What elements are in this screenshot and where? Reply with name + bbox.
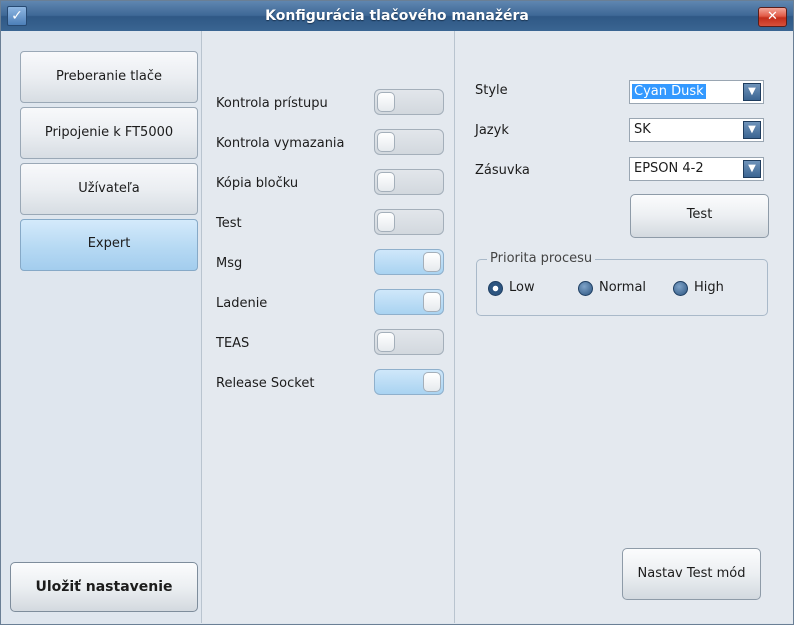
nav-item-expert[interactable]: Expert <box>20 219 198 271</box>
radio-label: Normal <box>599 280 647 295</box>
language-value: SK <box>634 122 651 137</box>
toggle-row-msg: Msg <box>216 249 451 275</box>
chevron-down-icon[interactable]: ▼ <box>743 121 761 139</box>
toggle-row-delete-control: Kontrola vymazania <box>216 129 451 155</box>
toggle-label: Msg <box>216 256 243 271</box>
print-manager-config-window: ✓ Konfigurácia tlačového manažéra ✕ Preb… <box>0 0 794 625</box>
toggle-row-debug: Ladenie <box>216 289 451 315</box>
toggle-label: Test <box>216 216 242 231</box>
chevron-down-icon[interactable]: ▼ <box>743 83 761 101</box>
save-settings-button[interactable]: Uložiť nastavenie <box>10 562 198 612</box>
nav-item-uzivatela[interactable]: Užívateľa <box>20 163 198 215</box>
delete-control-toggle[interactable] <box>374 129 444 155</box>
debug-toggle[interactable] <box>374 289 444 315</box>
toggle-label: Kópia bločku <box>216 176 299 191</box>
settings-panel: Style Cyan Dusk ▼ Jazyk SK ▼ Zásuvka EPS… <box>455 31 793 623</box>
toggle-knob <box>377 132 395 152</box>
toggle-row-access-control: Kontrola prístupu <box>216 89 451 115</box>
access-control-toggle[interactable] <box>374 89 444 115</box>
window-title: Konfigurácia tlačového manažéra <box>265 8 529 24</box>
toggle-label: Ladenie <box>216 296 268 311</box>
toggle-knob <box>423 252 441 272</box>
process-priority-title: Priorita procesu <box>487 251 596 266</box>
toggle-knob <box>377 172 395 192</box>
title-bar[interactable]: ✓ Konfigurácia tlačového manažéra ✕ <box>1 1 793 31</box>
style-label: Style <box>475 83 508 98</box>
toggle-knob <box>377 212 395 232</box>
nav-item-preberanie-tlace[interactable]: Preberanie tlače <box>20 51 198 103</box>
radio-icon <box>673 281 688 296</box>
toggle-label: Kontrola vymazania <box>216 136 345 151</box>
toggle-label: Release Socket <box>216 376 315 391</box>
radio-icon <box>578 281 593 296</box>
radio-label: High <box>694 280 724 295</box>
socket-label: Zásuvka <box>475 163 530 178</box>
msg-toggle[interactable] <box>374 249 444 275</box>
teas-toggle[interactable] <box>374 329 444 355</box>
socket-select[interactable]: EPSON 4-2 ▼ <box>629 157 764 181</box>
toggle-knob <box>423 292 441 312</box>
socket-value: EPSON 4-2 <box>634 161 704 176</box>
nav-panel: Preberanie tlače Pripojenie k FT5000 Uží… <box>1 31 202 623</box>
style-select[interactable]: Cyan Dusk ▼ <box>629 80 764 104</box>
nav-item-pripojenie-ft5000[interactable]: Pripojenie k FT5000 <box>20 107 198 159</box>
language-select[interactable]: SK ▼ <box>629 118 764 142</box>
toggle-row-test: Test <box>216 209 451 235</box>
toggle-knob <box>423 372 441 392</box>
set-test-mode-button[interactable]: Nastav Test mód <box>622 548 761 600</box>
style-value: Cyan Dusk <box>632 84 706 99</box>
radio-icon <box>488 281 503 296</box>
release-socket-toggle[interactable] <box>374 369 444 395</box>
test-toggle[interactable] <box>374 209 444 235</box>
toggle-knob <box>377 332 395 352</box>
process-priority-group: Priorita procesu Low Normal High <box>476 251 768 316</box>
receipt-copy-toggle[interactable] <box>374 169 444 195</box>
toggle-row-receipt-copy: Kópia bločku <box>216 169 451 195</box>
toggle-label: Kontrola prístupu <box>216 96 328 111</box>
radio-label: Low <box>509 280 535 295</box>
chevron-down-icon[interactable]: ▼ <box>743 160 761 178</box>
toggle-row-teas: TEAS <box>216 329 451 355</box>
toggle-knob <box>377 92 395 112</box>
close-button[interactable]: ✕ <box>758 7 787 27</box>
test-button[interactable]: Test <box>630 194 769 238</box>
toggle-label: TEAS <box>216 336 250 351</box>
toggle-row-release-socket: Release Socket <box>216 369 451 395</box>
language-label: Jazyk <box>475 123 509 138</box>
toggles-panel: Kontrola prístupu Kontrola vymazania Kóp… <box>202 31 455 623</box>
